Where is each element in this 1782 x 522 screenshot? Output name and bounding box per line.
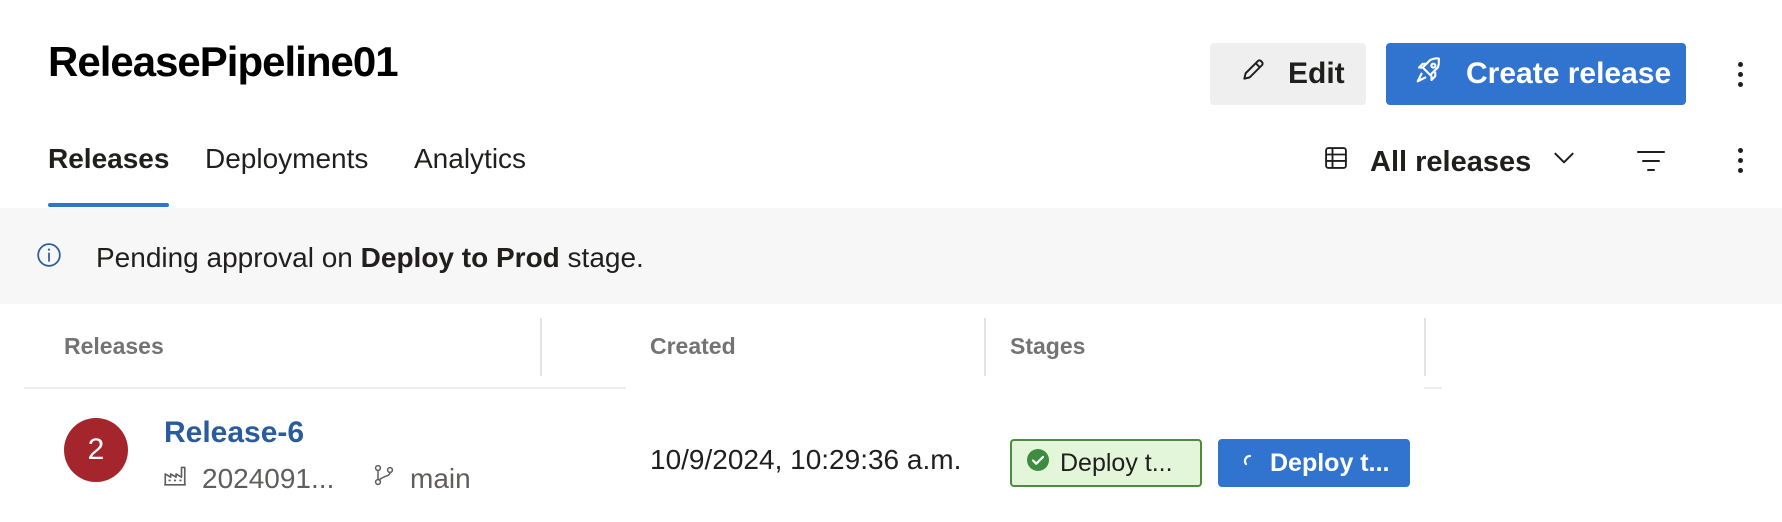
- filter-button[interactable]: [1636, 148, 1666, 179]
- stage-succeeded[interactable]: Deploy t...: [1010, 439, 1202, 487]
- header-divider: [24, 387, 540, 389]
- rocket-icon: [1414, 55, 1444, 93]
- header-divider: [540, 387, 626, 389]
- stage-label: Deploy t...: [1060, 448, 1173, 477]
- banner-message: Pending approval on Deploy to Prod stage…: [96, 242, 644, 274]
- page-title: ReleasePipeline01: [48, 38, 399, 85]
- column-divider[interactable]: [1424, 318, 1426, 376]
- active-tab-indicator: [48, 203, 169, 207]
- branch-name: main: [410, 462, 471, 494]
- release-link[interactable]: Release-6: [164, 416, 304, 450]
- avatar: 2: [64, 418, 128, 482]
- info-icon: [36, 242, 62, 273]
- check-circle-icon: [1026, 448, 1050, 479]
- column-header-stages[interactable]: Stages: [1010, 333, 1085, 360]
- stage-label: Deploy t...: [1270, 448, 1390, 477]
- build-number: 2024091...: [202, 462, 335, 494]
- column-divider[interactable]: [984, 318, 986, 376]
- column-header-created[interactable]: Created: [650, 333, 736, 360]
- build-info: 2024091...: [162, 462, 334, 495]
- edit-button-label: Edit: [1288, 57, 1345, 90]
- more-actions-button[interactable]: [1728, 54, 1752, 94]
- tab-deployments[interactable]: Deployments: [205, 143, 368, 175]
- banner-stage-name: Deploy to Prod: [360, 242, 560, 273]
- chevron-down-icon: [1551, 145, 1577, 179]
- banner-suffix: stage.: [559, 242, 644, 273]
- more-icon: [1737, 61, 1743, 67]
- view-selector[interactable]: All releases: [1322, 140, 1577, 184]
- tab-releases[interactable]: Releases: [48, 143, 169, 175]
- stage-in-progress[interactable]: Deploy t...: [1218, 439, 1410, 487]
- banner-prefix: Pending approval on: [96, 242, 361, 273]
- table-view-icon: [1322, 144, 1350, 180]
- filter-icon: [1636, 151, 1666, 178]
- branch-icon: [372, 462, 396, 495]
- branch-info: main: [372, 462, 471, 495]
- edit-button[interactable]: Edit: [1210, 43, 1366, 105]
- view-selector-label: All releases: [1370, 145, 1532, 178]
- pencil-icon: [1240, 57, 1266, 91]
- header-divider: [1424, 387, 1442, 389]
- column-header-releases[interactable]: Releases: [64, 333, 164, 360]
- create-release-button[interactable]: Create release: [1386, 43, 1686, 105]
- more-icon: [1737, 147, 1743, 153]
- spinner-icon: [1240, 449, 1254, 478]
- create-release-label: Create release: [1466, 57, 1672, 90]
- info-banner: Pending approval on Deploy to Prod stage…: [0, 208, 1782, 304]
- more-options-button[interactable]: [1728, 140, 1752, 180]
- tab-analytics[interactable]: Analytics: [414, 143, 526, 175]
- column-divider[interactable]: [540, 318, 542, 376]
- created-date: 10/9/2024, 10:29:36 a.m.: [650, 444, 962, 475]
- build-icon: [162, 462, 188, 495]
